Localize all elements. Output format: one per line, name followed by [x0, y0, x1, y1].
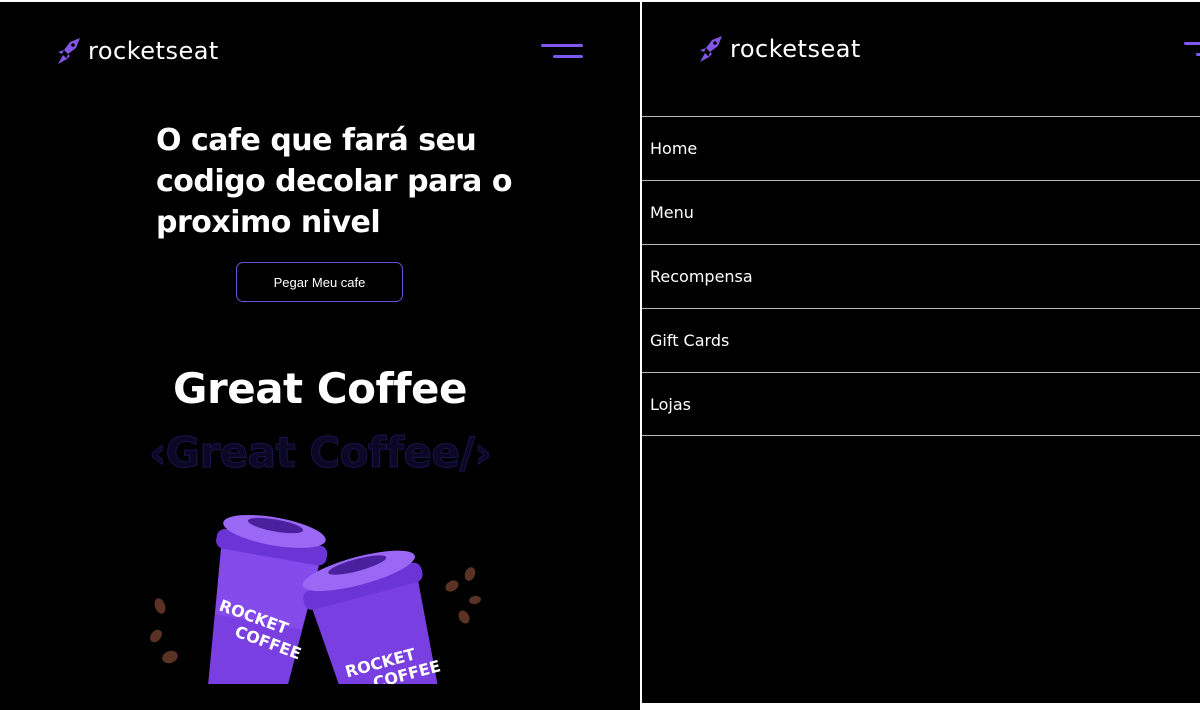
hero-title: O cafe que fará seu codigo decolar para …	[156, 123, 512, 240]
section-title-outline: ‹Great Coffee/›	[148, 428, 492, 478]
landing-view: rocketseat O cafe que fará seu codigo de…	[0, 2, 640, 710]
section-title: Great Coffee	[173, 364, 467, 413]
coffee-cups-image: ROCKET COFFEE ROCKET COFFEE	[150, 514, 481, 684]
menu-view: rocketseat Home Menu Recompensa Gift Car…	[642, 2, 1200, 703]
menu-item-lojas[interactable]: Lojas	[642, 372, 1200, 436]
brand-logo[interactable]: rocketseat	[56, 36, 219, 66]
hamburger-icon[interactable]	[541, 42, 583, 62]
get-coffee-button[interactable]: Pegar Meu cafe	[236, 262, 403, 302]
hamburger-icon[interactable]	[1184, 40, 1200, 60]
nav-menu: Home Menu Recompensa Gift Cards Lojas	[642, 116, 1200, 436]
rocket-logo-icon	[700, 36, 722, 62]
brand-name: rocketseat	[730, 35, 861, 63]
menu-item-menu[interactable]: Menu	[642, 180, 1200, 244]
menu-item-gift-cards[interactable]: Gift Cards	[642, 308, 1200, 372]
brand-name: rocketseat	[88, 37, 219, 65]
menu-item-recompensa[interactable]: Recompensa	[642, 244, 1200, 308]
rocket-logo-icon	[58, 38, 80, 64]
brand-logo[interactable]: rocketseat	[698, 34, 861, 64]
menu-item-home[interactable]: Home	[642, 116, 1200, 180]
